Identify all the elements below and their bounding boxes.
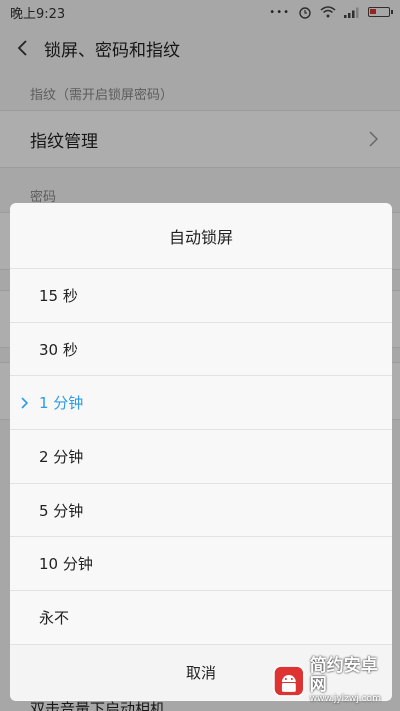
option-1min[interactable]: 1 分钟 xyxy=(10,376,392,431)
watermark: 简约安卓网 www.jylzwj.com xyxy=(272,655,394,707)
auto-lock-dialog: 自动锁屏 15 秒 30 秒 1 分钟 2 分钟 5 分钟 10 分钟 永不 取… xyxy=(10,203,392,701)
option-label: 10 分钟 xyxy=(39,555,93,574)
watermark-name: 简约安卓网 xyxy=(309,656,378,696)
option-label: 5 分钟 xyxy=(39,501,84,520)
option-30s[interactable]: 30 秒 xyxy=(10,323,392,377)
option-label: 2 分钟 xyxy=(39,447,84,466)
option-5min[interactable]: 5 分钟 xyxy=(10,484,392,538)
option-label: 1 分钟 xyxy=(39,394,84,413)
option-list: 15 秒 30 秒 1 分钟 2 分钟 5 分钟 10 分钟 永不 xyxy=(10,269,392,645)
android-logo-icon xyxy=(273,665,305,697)
watermark-url: www.jylzwj.com xyxy=(309,693,381,704)
dialog-title: 自动锁屏 xyxy=(10,203,392,269)
option-never[interactable]: 永不 xyxy=(10,591,392,645)
option-2min[interactable]: 2 分钟 xyxy=(10,430,392,484)
option-label: 永不 xyxy=(39,608,70,627)
chevron-right-icon xyxy=(21,397,29,409)
option-10min[interactable]: 10 分钟 xyxy=(10,537,392,592)
option-15s[interactable]: 15 秒 xyxy=(10,269,392,323)
option-label: 15 秒 xyxy=(39,286,78,305)
watermark-text: 简约安卓网 www.jylzwj.com xyxy=(310,657,394,704)
option-label: 30 秒 xyxy=(39,340,78,359)
